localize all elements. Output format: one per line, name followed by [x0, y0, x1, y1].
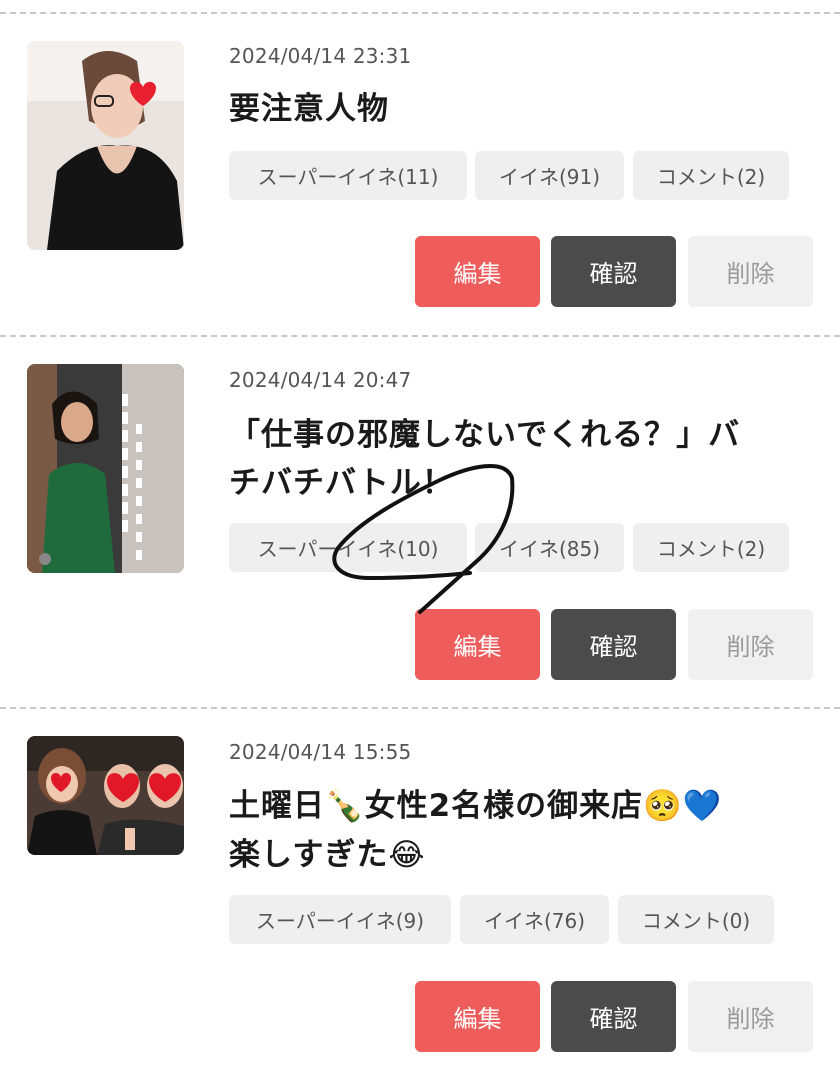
comment-chip[interactable]: コメント(2)	[633, 151, 789, 200]
post-thumbnail[interactable]	[27, 41, 184, 250]
delete-button[interactable]: 削除	[688, 236, 813, 307]
photo-woman-green-dress	[27, 364, 184, 573]
like-chip[interactable]: イイネ(76)	[460, 895, 609, 944]
comment-chip[interactable]: コメント(0)	[618, 895, 774, 944]
super-like-chip[interactable]: スーパーイイネ(9)	[229, 895, 451, 944]
confirm-button[interactable]: 確認	[551, 236, 676, 307]
photo-woman-glasses	[27, 41, 184, 250]
post-date: 2024/04/14 23:31	[229, 44, 412, 68]
edit-button[interactable]: 編集	[415, 236, 540, 307]
divider-top	[0, 12, 840, 14]
photo-group-women	[27, 736, 184, 855]
edit-button[interactable]: 編集	[415, 981, 540, 1052]
comment-chip[interactable]: コメント(2)	[633, 523, 789, 572]
divider	[0, 335, 840, 337]
post-title-line-1[interactable]: 「仕事の邪魔しないでくれる？」バ	[229, 410, 819, 460]
confirm-button[interactable]: 確認	[551, 609, 676, 680]
super-like-chip[interactable]: スーパーイイネ(11)	[229, 151, 467, 200]
post-title-line-1[interactable]: 土曜日🍾女性2名様の御来店🥺💙	[229, 781, 819, 831]
like-chip[interactable]: イイネ(91)	[475, 151, 624, 200]
post-title-line-2[interactable]: チバチバトル！	[229, 458, 819, 508]
delete-button[interactable]: 削除	[688, 981, 813, 1052]
post-date: 2024/04/14 20:47	[229, 368, 412, 392]
like-chip[interactable]: イイネ(85)	[475, 523, 624, 572]
post-thumbnail[interactable]	[27, 364, 184, 573]
edit-button[interactable]: 編集	[415, 609, 540, 680]
post-title-line-2[interactable]: 楽しすぎた😂	[229, 830, 819, 880]
divider	[0, 707, 840, 709]
post-date: 2024/04/14 15:55	[229, 740, 412, 764]
super-like-chip[interactable]: スーパーイイネ(10)	[229, 523, 467, 572]
confirm-button[interactable]: 確認	[551, 981, 676, 1052]
post-title[interactable]: 要注意人物	[229, 84, 819, 134]
post-thumbnail[interactable]	[27, 736, 184, 855]
delete-button[interactable]: 削除	[688, 609, 813, 680]
